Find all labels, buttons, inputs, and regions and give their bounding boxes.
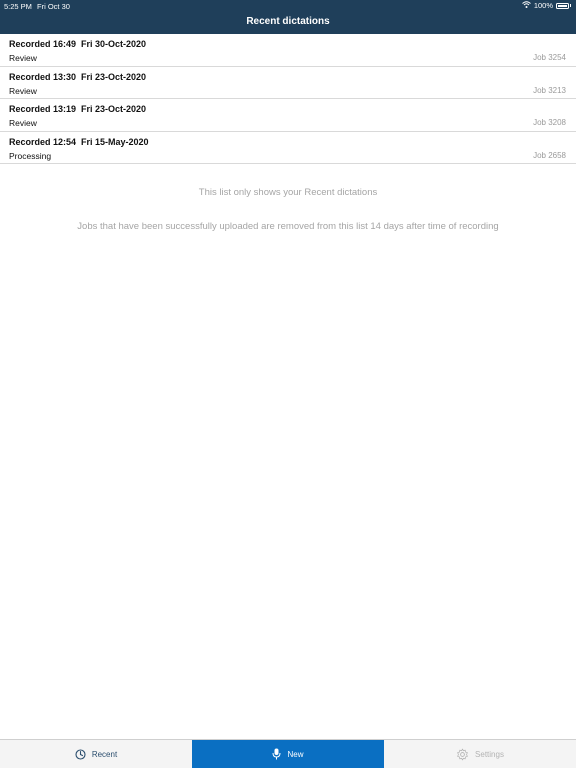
tab-settings-label: Settings bbox=[475, 749, 504, 759]
dictation-title: Recorded 12:54 Fri 15-May-2020 bbox=[9, 136, 149, 147]
tab-recent-label: Recent bbox=[91, 749, 118, 759]
status-time: 5:25 PM bbox=[4, 2, 32, 11]
tab-bar: Recent New Settings bbox=[0, 739, 576, 768]
status-date: Fri Oct 30 bbox=[37, 2, 70, 11]
dictation-status: Review bbox=[9, 118, 37, 129]
dictation-title: Recorded 13:30 Fri 23-Oct-2020 bbox=[9, 71, 147, 82]
battery-percentage: 100% bbox=[533, 1, 553, 10]
tab-new[interactable]: New bbox=[192, 740, 384, 768]
dictation-status: Review bbox=[9, 53, 37, 63]
info-retention-note: Jobs that have been successfully uploade… bbox=[77, 221, 499, 232]
dictation-status: Processing bbox=[9, 150, 52, 161]
tab-settings[interactable]: Settings bbox=[384, 740, 576, 768]
page-title: Recent dictations bbox=[246, 16, 330, 27]
dictation-row[interactable]: Recorded 16:49 Fri 30-Oct-2020 Review Jo… bbox=[0, 34, 576, 67]
dictation-job-number: Job 2658 bbox=[533, 150, 566, 160]
battery-icon bbox=[556, 2, 569, 9]
navigation-bar: 5:25 PM Fri Oct 30 100% Recent dictation… bbox=[0, 0, 576, 34]
dictation-title: Recorded 13:19 Fri 23-Oct-2020 bbox=[9, 104, 147, 115]
dictation-job-number: Job 3254 bbox=[533, 53, 566, 62]
clock-icon bbox=[75, 748, 86, 760]
microphone-icon bbox=[272, 748, 281, 760]
dictation-list: Recorded 16:49 Fri 30-Oct-2020 Review Jo… bbox=[0, 34, 576, 165]
gear-icon bbox=[456, 748, 469, 761]
dictation-job-number: Job 3213 bbox=[533, 85, 566, 95]
dictation-row[interactable]: Recorded 13:19 Fri 23-Oct-2020 Review Jo… bbox=[0, 99, 576, 132]
tab-recent[interactable]: Recent bbox=[0, 740, 192, 768]
dictation-job-number: Job 3208 bbox=[533, 118, 566, 128]
app-root: 5:25 PM Fri Oct 30 100% Recent dictation… bbox=[0, 0, 576, 768]
tab-new-label: New bbox=[287, 749, 304, 759]
info-recent-note: This list only shows your Recent dictati… bbox=[198, 187, 378, 198]
dictation-status: Review bbox=[9, 85, 37, 96]
wifi-icon bbox=[521, 1, 531, 10]
dictation-row[interactable]: Recorded 12:54 Fri 15-May-2020 Processin… bbox=[0, 132, 576, 165]
status-indicators: 100% bbox=[521, 1, 571, 10]
dictation-row[interactable]: Recorded 13:30 Fri 23-Oct-2020 Review Jo… bbox=[0, 67, 576, 100]
battery-tip bbox=[570, 4, 571, 7]
dictation-title: Recorded 16:49 Fri 30-Oct-2020 bbox=[9, 39, 147, 49]
